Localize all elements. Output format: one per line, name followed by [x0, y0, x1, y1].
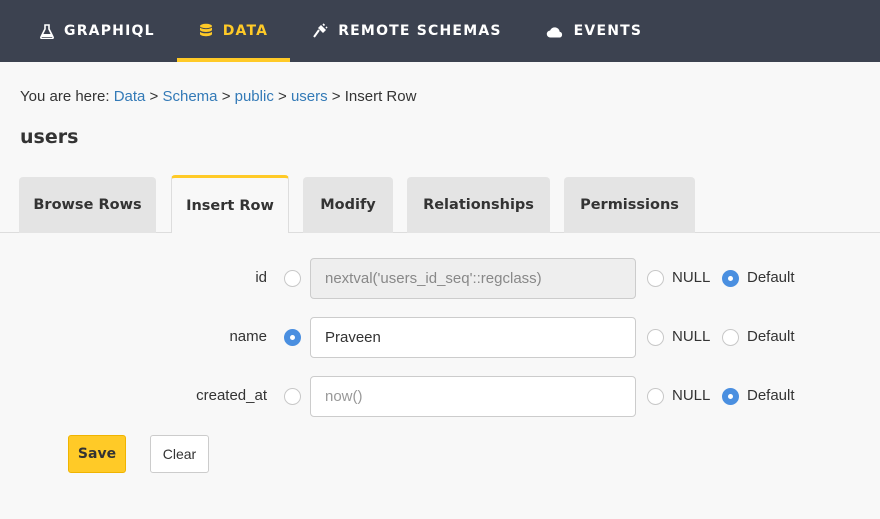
name-input[interactable]: Praveen [310, 317, 636, 358]
top-nav: GRAPHIQL DATA REMOTE SCHEMAS EVENTS [0, 0, 880, 62]
tab-browse-rows[interactable]: Browse Rows [19, 177, 156, 233]
id-null-label: NULL [672, 269, 711, 286]
created-at-null-radio[interactable] [647, 388, 664, 405]
id-value-radio[interactable] [284, 270, 301, 287]
tab-relationships[interactable]: Relationships [407, 177, 550, 233]
breadcrumb-separator: > [278, 88, 287, 105]
field-label-id: id [255, 269, 267, 286]
name-null-radio[interactable] [647, 329, 664, 346]
nav-data[interactable]: DATA [176, 0, 291, 62]
breadcrumb-public[interactable]: public [235, 88, 274, 105]
created-at-input[interactable]: now() [310, 376, 636, 417]
nav-remote-schemas[interactable]: REMOTE SCHEMAS [290, 0, 523, 62]
id-null-radio[interactable] [647, 270, 664, 287]
tab-bar: Browse Rows Insert Row Modify Relationsh… [0, 175, 880, 233]
nav-data-label: DATA [222, 23, 269, 39]
nav-graphiql[interactable]: GRAPHIQL [18, 0, 177, 62]
field-label-name: name [229, 328, 267, 345]
id-default-radio[interactable] [722, 270, 739, 287]
tab-insert-row[interactable]: Insert Row [171, 175, 289, 233]
breadcrumb-prefix: You are here: [20, 88, 114, 105]
nav-events-label: EVENTS [573, 23, 643, 39]
field-label-created-at: created_at [196, 387, 267, 404]
clear-button[interactable]: Clear [150, 435, 209, 473]
name-default-label: Default [747, 328, 795, 345]
id-default-label: Default [747, 269, 795, 286]
save-button[interactable]: Save [68, 435, 126, 473]
nav-remote-schemas-label: REMOTE SCHEMAS [338, 23, 502, 39]
nav-graphiql-label: GRAPHIQL [64, 23, 155, 39]
tab-permissions[interactable]: Permissions [564, 177, 695, 233]
created-at-default-label: Default [747, 387, 795, 404]
breadcrumb-schema[interactable]: Schema [162, 88, 217, 105]
created-at-value-radio[interactable] [284, 388, 301, 405]
cloud-icon [546, 25, 564, 38]
name-value-radio[interactable] [284, 329, 301, 346]
breadcrumb-current: Insert Row [344, 88, 417, 105]
flask-icon [40, 23, 54, 39]
breadcrumb-separator: > [221, 88, 231, 105]
breadcrumb-separator: > [149, 88, 159, 105]
breadcrumb-separator: > [331, 88, 341, 105]
created-at-default-radio[interactable] [722, 388, 739, 405]
database-icon [199, 23, 213, 39]
breadcrumb-users[interactable]: users [291, 88, 328, 105]
breadcrumb-data[interactable]: Data [114, 88, 146, 105]
created-at-null-label: NULL [672, 387, 711, 404]
name-default-radio[interactable] [722, 329, 739, 346]
tab-modify[interactable]: Modify [303, 177, 393, 233]
breadcrumb: You are here: Data > Schema > public > u… [20, 88, 416, 105]
name-null-label: NULL [672, 328, 711, 345]
plug-icon [312, 23, 328, 39]
nav-events[interactable]: EVENTS [524, 0, 665, 62]
page-title: users [20, 126, 79, 148]
id-input: nextval('users_id_seq'::regclass) [310, 258, 636, 299]
